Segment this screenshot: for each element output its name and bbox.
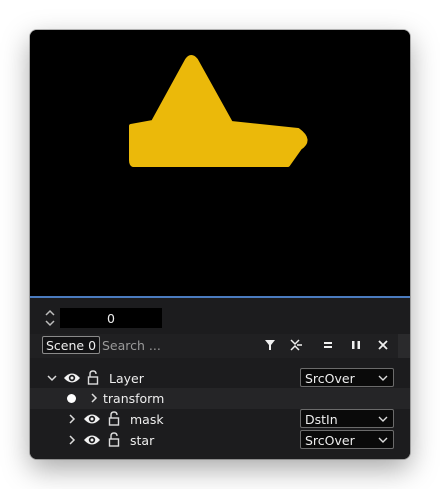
blend-select-star[interactable]: SrcOver (300, 430, 394, 449)
star-label: star (130, 433, 155, 448)
frame-control (42, 307, 162, 329)
blend-value: DstIn (305, 412, 338, 427)
chevron-right-icon[interactable] (66, 413, 78, 425)
unlock-icon[interactable] (108, 432, 120, 447)
render-canvas[interactable] (30, 30, 410, 296)
chevron-down-icon (378, 416, 388, 422)
frame-stepper[interactable] (42, 307, 58, 329)
search-input[interactable] (102, 336, 252, 354)
chevron-down-icon (378, 437, 388, 443)
blend-value: SrcOver (305, 433, 355, 448)
hat-shape-icon (129, 55, 308, 167)
filter-icon[interactable] (262, 337, 278, 353)
collapse-icon[interactable] (288, 337, 304, 353)
pause-icon[interactable] (348, 337, 364, 353)
eye-icon[interactable] (63, 371, 81, 385)
transform-label: transform (103, 391, 165, 406)
mask-label: mask (130, 412, 164, 427)
stepper-arrows-icon (45, 309, 55, 327)
panel-scrollbar[interactable] (398, 334, 410, 358)
blend-value: SrcOver (305, 371, 355, 386)
chevron-down-icon (378, 375, 388, 381)
app-window: Scene 0 (30, 30, 410, 459)
layer-row-transform[interactable]: transform (30, 388, 410, 409)
layer-row-layer[interactable]: Layer SrcOver (30, 368, 410, 389)
eye-icon[interactable] (83, 433, 101, 447)
chevron-right-icon[interactable] (88, 392, 100, 404)
unlock-icon[interactable] (108, 411, 120, 426)
chevron-down-icon[interactable] (46, 372, 58, 384)
equals-icon[interactable] (320, 337, 336, 353)
bullet-icon[interactable] (67, 394, 76, 403)
layer-row-mask[interactable]: mask DstIn (30, 409, 410, 430)
close-icon[interactable] (375, 337, 391, 353)
blend-select-mask[interactable]: DstIn (300, 409, 394, 428)
layers-panel: Scene 0 (30, 298, 410, 459)
layer-toolbar: Scene 0 (30, 334, 410, 358)
unlock-icon[interactable] (87, 370, 99, 385)
layer-row-star[interactable]: star SrcOver (30, 430, 410, 451)
frame-input[interactable] (60, 308, 162, 328)
eye-icon[interactable] (83, 412, 101, 426)
scene-button[interactable]: Scene 0 (42, 336, 101, 354)
blend-select-layer[interactable]: SrcOver (300, 368, 394, 387)
layer-label: Layer (109, 371, 144, 386)
chevron-right-icon[interactable] (66, 434, 78, 446)
